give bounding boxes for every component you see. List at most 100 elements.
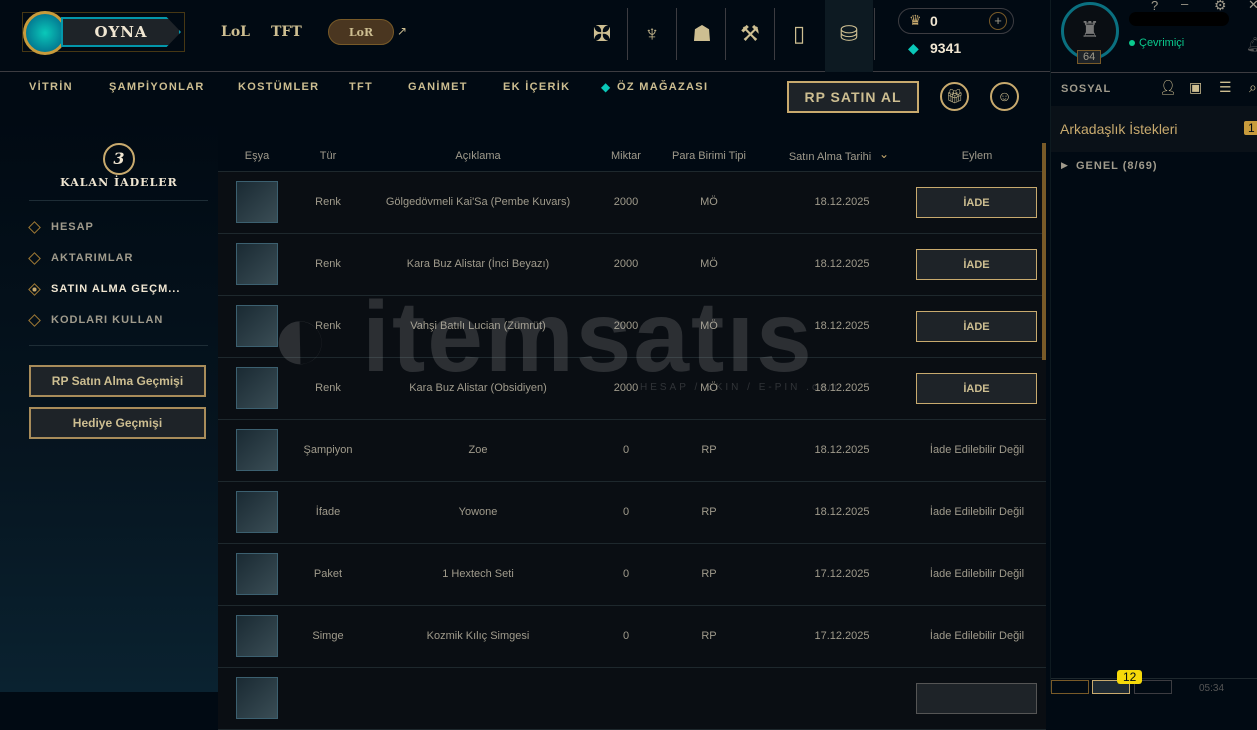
rp-icon: ♛ <box>909 12 922 28</box>
social-header: SOSYAL 👤︎ ▣ ☰ ⌕ <box>1051 72 1257 106</box>
item-type: Renk <box>315 382 341 394</box>
add-folder-icon[interactable]: ▣ <box>1189 79 1202 96</box>
item-thumbnail <box>236 677 278 719</box>
help-icon[interactable]: ? <box>1151 0 1158 13</box>
buy-rp-button[interactable]: RP SATIN AL <box>787 81 919 113</box>
notification-badge: 12 <box>1117 670 1143 684</box>
divider <box>29 200 208 201</box>
table-row: Paket 1 Hextech Seti 0 RP 17.12.2025 İade… <box>218 544 1046 606</box>
tab-lol[interactable]: LoL <box>221 24 250 40</box>
sidebar-item-purchase-history[interactable]: SATIN ALMA GEÇM... <box>28 282 180 296</box>
essence-icon: ◆ <box>601 80 611 94</box>
not-refundable-label: İade Edilebilir Değil <box>929 568 1025 580</box>
refund-button[interactable]: İADE <box>916 311 1037 342</box>
table-row: İfade Yowone 0 RP 18.12.2025 İade Edilebi… <box>218 482 1046 544</box>
nav-loot[interactable]: GANİMET <box>408 81 468 93</box>
search-icon[interactable]: ⌕ <box>1249 79 1257 96</box>
divider <box>725 8 726 60</box>
item-description: Yowone <box>458 506 498 518</box>
diamond-icon <box>28 220 41 234</box>
divider <box>676 8 677 60</box>
nav-extra[interactable]: EK İÇERİK <box>503 81 570 93</box>
divider <box>627 8 628 60</box>
store-tab-active[interactable]: ⛁ <box>825 0 873 72</box>
col-action: Eylem <box>961 150 993 162</box>
divider <box>774 8 775 60</box>
play-button[interactable]: OYNA <box>22 11 185 55</box>
refund-button[interactable]: İADE <box>916 249 1037 280</box>
nav-tft[interactable]: TFT <box>349 81 373 93</box>
settings-icon[interactable]: ⚙ <box>1214 0 1227 14</box>
item-type: Renk <box>315 320 341 332</box>
list-icon[interactable]: ☰ <box>1219 79 1232 96</box>
col-date-sort[interactable]: Satın Alma Tarihi <box>789 151 871 163</box>
trophy-icon[interactable]: ♆ <box>632 14 672 54</box>
nav-essence-store[interactable]: ÖZ MAĞAZASI <box>617 81 708 93</box>
item-type: Simge <box>312 630 344 642</box>
friend-requests[interactable]: Arkadaşlık İstekleri 1 <box>1051 106 1257 152</box>
item-description: Gölgedövmeli Kai'Sa (Pembe Kuvars) <box>385 196 571 208</box>
nav-vitrin[interactable]: VİTRİN <box>29 81 73 93</box>
level-badge: 64 <box>1077 50 1102 64</box>
rp-amount: 0 <box>930 13 938 29</box>
minimize-icon[interactable]: – <box>1181 0 1188 11</box>
col-amount: Miktar <box>611 150 641 162</box>
be-amount: 9341 <box>930 40 962 56</box>
nav-champions[interactable]: ŞAMPİYONLAR <box>109 81 205 93</box>
item-thumbnail <box>236 243 278 285</box>
friend-requests-label: Arkadaşlık İstekleri <box>1060 121 1178 137</box>
diamond-icon <box>28 313 41 327</box>
collection-icon[interactable]: ▯ <box>779 14 819 54</box>
loot-crafting-icon[interactable]: ⚒ <box>730 14 770 54</box>
tab-tft[interactable]: TFT <box>271 24 302 40</box>
chevron-down-icon[interactable]: ⌄ <box>879 147 889 161</box>
scrollbar[interactable] <box>1042 143 1046 360</box>
add-friend-icon[interactable]: 👤︎ <box>1159 79 1177 96</box>
social-panel: ♜ 64 Çevrimiçi ? – ⚙ ✕ 🔔︎ SOSYAL 👤︎ ▣ ☰ … <box>1050 0 1257 694</box>
bell-icon[interactable]: 🔔︎ <box>1246 36 1257 53</box>
lor-button[interactable]: LoR <box>328 19 394 45</box>
item-description: Kozmik Kılıç Simgesi <box>426 630 530 642</box>
add-rp-button[interactable]: + <box>989 12 1007 30</box>
table-row: Renk Gölgedövmeli Kai'Sa (Pembe Kuvars) … <box>218 172 1046 234</box>
helmet-icon: ♜ <box>1080 17 1100 42</box>
item-description: Kara Buz Alistar (Obsidiyen) <box>409 382 547 394</box>
item-amount: 0 <box>622 568 630 580</box>
nav-skins[interactable]: KOSTÜMLER <box>238 81 319 93</box>
redacted-username <box>1129 12 1229 26</box>
not-refundable-label: İade Edilebilir Değil <box>929 630 1025 642</box>
refund-button[interactable] <box>916 683 1037 714</box>
play-label[interactable]: OYNA <box>61 17 181 47</box>
item-amount: 2000 <box>613 196 639 208</box>
profile-bag-icon[interactable]: ☗ <box>682 14 722 54</box>
purchase-date: 18.12.2025 <box>814 444 870 456</box>
col-description: Açıklama <box>455 150 501 162</box>
refund-button[interactable]: İADE <box>916 187 1037 218</box>
purchase-date: 18.12.2025 <box>814 258 870 270</box>
item-thumbnail <box>236 305 278 347</box>
caret-right-icon: ▶ <box>1061 160 1068 170</box>
refund-button[interactable]: İADE <box>916 373 1037 404</box>
sidebar-item-account[interactable]: HESAP <box>28 220 94 234</box>
sidebar-item-transfers[interactable]: AKTARIMLAR <box>28 251 134 265</box>
friend-group-general[interactable]: GENEL (8/69) <box>1076 160 1158 172</box>
item-description: Kara Buz Alistar (İnci Beyazı) <box>406 258 550 270</box>
worlds-icon[interactable]: ✠ <box>582 14 622 54</box>
item-amount: 0 <box>622 630 630 642</box>
item-thumbnail <box>236 429 278 471</box>
gift-history-button[interactable]: Hediye Geçmişi <box>29 407 206 439</box>
table-row: Simge Kozmik Kılıç Simgesi 0 RP 17.12.20… <box>218 606 1046 668</box>
col-item: Eşya <box>244 150 270 162</box>
status-text[interactable]: Çevrimiçi <box>1139 37 1184 49</box>
close-icon[interactable]: ✕ <box>1248 0 1257 13</box>
gift-icon[interactable]: 🎁︎ <box>940 82 969 111</box>
sidebar-item-redeem-codes[interactable]: KODLARI KULLAN <box>28 313 164 327</box>
sidebar-item-label: KODLARI KULLAN <box>51 314 164 326</box>
item-amount: 2000 <box>613 258 639 270</box>
account-settings-icon[interactable]: ☺ <box>990 82 1019 111</box>
item-amount: 2000 <box>613 382 639 394</box>
item-thumbnail <box>236 367 278 409</box>
table-row: Şampiyon Zoe 0 RP 18.12.2025 İade Edilebi… <box>218 420 1046 482</box>
blue-essence-icon: ◆ <box>908 40 919 56</box>
rp-purchase-history-button[interactable]: RP Satın Alma Geçmişi <box>29 365 206 397</box>
